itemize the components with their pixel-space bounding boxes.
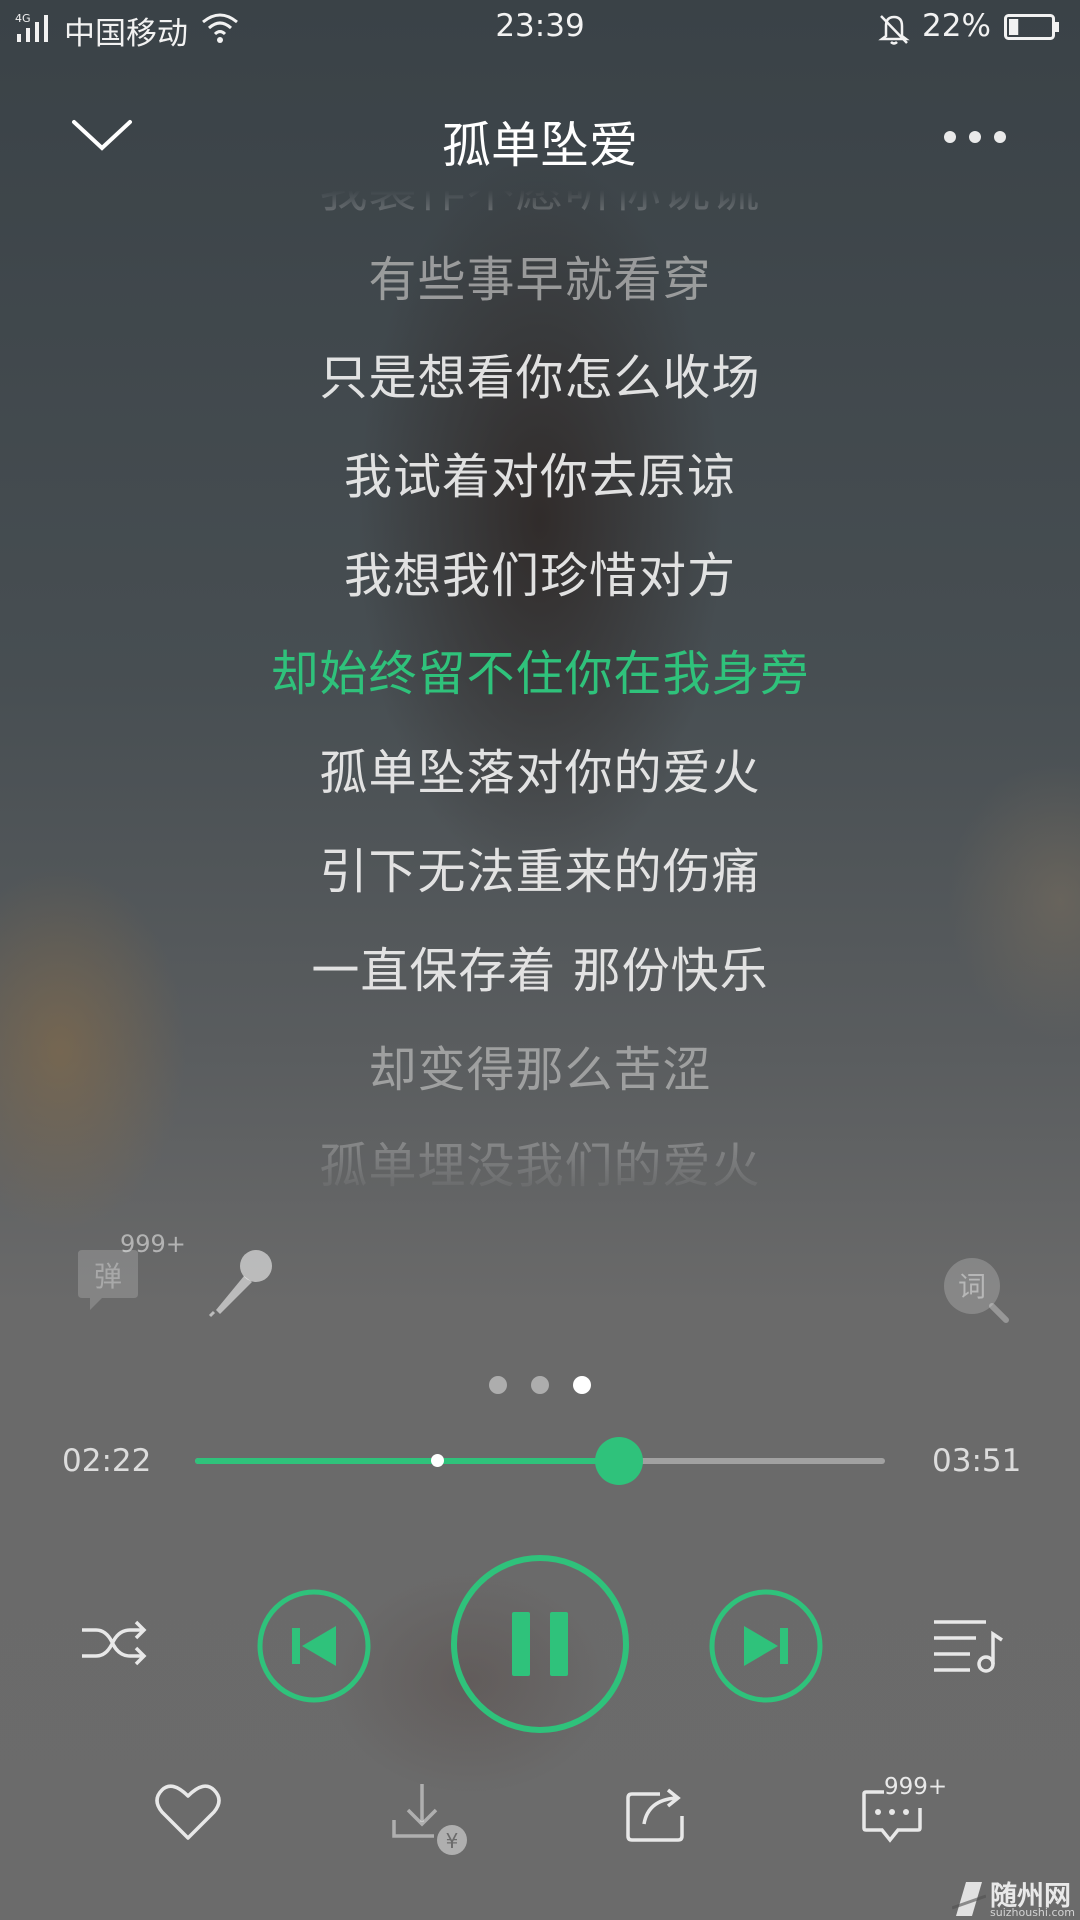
more-options-icon[interactable] bbox=[940, 122, 1010, 152]
danmu-count: 999+ bbox=[120, 1230, 186, 1258]
comment-count: 999+ bbox=[884, 1774, 948, 1800]
download-icon[interactable]: ¥ bbox=[390, 1780, 470, 1858]
battery-icon bbox=[1004, 14, 1059, 40]
current-time: 02:22 bbox=[62, 1443, 152, 1479]
page-indicator-dot-active[interactable] bbox=[573, 1376, 591, 1394]
page-indicator-dot[interactable] bbox=[489, 1376, 507, 1394]
lyric-line: 孤单埋没我们的爱火 bbox=[319, 1138, 761, 1194]
paid-badge: ¥ bbox=[446, 1829, 459, 1853]
microphone-icon[interactable] bbox=[206, 1246, 278, 1318]
page-indicator-dot[interactable] bbox=[531, 1376, 549, 1394]
lyrics-panel[interactable]: 我装作不愿听你说谎 有些事早就看穿 只是想看你怎么收场 我试着对你去原谅 我想我… bbox=[0, 190, 1080, 1210]
next-track-icon[interactable] bbox=[708, 1588, 824, 1704]
battery-percent: 22% bbox=[922, 8, 991, 44]
lyric-line: 有些事早就看穿 bbox=[368, 252, 712, 308]
previous-track-icon[interactable] bbox=[256, 1588, 372, 1704]
lyric-line: 我装作不愿听你说谎 bbox=[319, 190, 761, 218]
progress-thumb[interactable] bbox=[595, 1437, 644, 1485]
song-title: 孤单坠爱 bbox=[441, 117, 638, 174]
share-icon[interactable] bbox=[624, 1784, 690, 1844]
lyric-line: 却变得那么苦涩 bbox=[368, 1042, 712, 1098]
pause-icon[interactable] bbox=[450, 1554, 630, 1734]
status-bar: 4G 中国移动 23:39 22% bbox=[0, 0, 1080, 56]
watermark: 随州网 suizhoushi.com bbox=[950, 1874, 1080, 1920]
lyric-line: 我想我们珍惜对方 bbox=[343, 548, 736, 604]
lyric-line: 一直保存着 那份快乐 bbox=[311, 943, 769, 999]
progress-buffer-marker bbox=[430, 1454, 444, 1467]
shuffle-icon[interactable] bbox=[78, 1616, 150, 1672]
clock: 23:39 bbox=[495, 8, 585, 44]
playlist-icon[interactable] bbox=[930, 1614, 1004, 1674]
lyric-line: 孤单坠落对你的爱火 bbox=[319, 745, 761, 801]
lyric-line: 只是想看你怎么收场 bbox=[319, 350, 761, 406]
watermark-domain: suizhoushi.com bbox=[990, 1906, 1075, 1919]
watermark-logo-icon bbox=[952, 1882, 986, 1916]
lyric-search-icon[interactable]: 词 bbox=[940, 1254, 1012, 1326]
duration-time: 03:51 bbox=[932, 1443, 1022, 1479]
danmu-label: 弹 bbox=[94, 1260, 122, 1293]
lyric-search-label: 词 bbox=[958, 1270, 986, 1303]
heart-icon[interactable] bbox=[154, 1780, 222, 1842]
lyric-line-current: 却始终留不住你在我身旁 bbox=[270, 646, 810, 702]
lyric-line: 我试着对你去原谅 bbox=[343, 449, 736, 505]
lyric-line: 引下无法重来的伤痛 bbox=[319, 844, 761, 900]
progress-played bbox=[195, 1458, 620, 1464]
bell-muted-icon bbox=[878, 15, 910, 45]
